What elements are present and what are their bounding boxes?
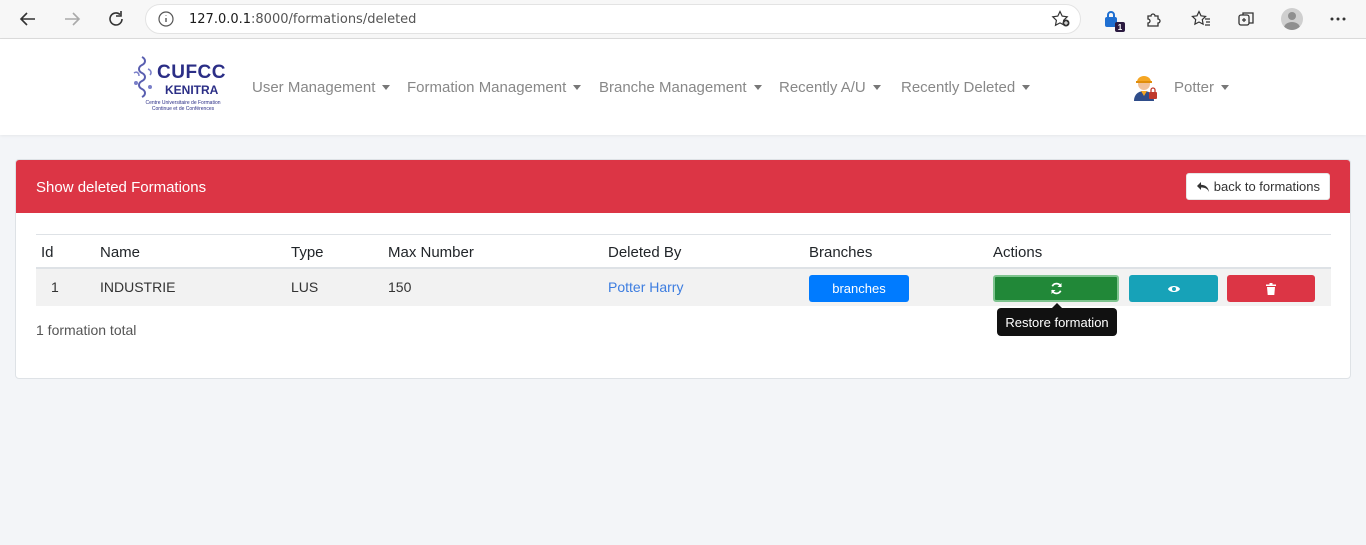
th-max-number: Max Number — [388, 244, 474, 261]
url-path: :8000/formations/deleted — [251, 12, 417, 27]
card-header: Show deleted Formations back to formatio… — [16, 160, 1350, 213]
menu-label: Recently Deleted — [901, 79, 1016, 96]
cell-id: 1 — [51, 279, 59, 295]
restore-tooltip: Restore formation — [997, 303, 1117, 336]
forward-arrow-icon[interactable] — [58, 6, 86, 32]
menu-user-management[interactable]: User Management — [252, 79, 391, 96]
url-text: 127.0.0.1:8000/formations/deleted — [189, 12, 416, 27]
user-avatar-icon[interactable] — [1130, 73, 1160, 103]
th-branches: Branches — [809, 244, 873, 261]
deleted-formations-card: Show deleted Formations back to formatio… — [15, 159, 1351, 379]
browser-toolbar: 127.0.0.1:8000/formations/deleted 1 — [0, 0, 1366, 39]
back-to-formations-button[interactable]: back to formations — [1185, 173, 1330, 200]
extensions-puzzle-icon[interactable] — [1143, 8, 1165, 30]
logo-subtitle: KENITRA — [165, 83, 219, 97]
extension-badge: 1 — [1115, 22, 1125, 32]
logo-caption: Centre Universitaire de Formation Contin… — [145, 100, 221, 112]
menu-label: Branche Management — [599, 79, 747, 96]
th-name: Name — [100, 244, 141, 261]
cell-type: LUS — [291, 279, 319, 295]
back-arrow-icon[interactable] — [14, 6, 42, 32]
caret-down-icon — [1022, 85, 1031, 90]
caret-down-icon — [753, 85, 762, 90]
collections-icon[interactable] — [1235, 8, 1257, 30]
info-icon[interactable] — [158, 11, 174, 32]
caret-down-icon — [382, 85, 391, 90]
th-id: Id — [41, 244, 54, 261]
table-header: Id Name Type Max Number Deleted By Branc… — [36, 234, 1331, 269]
reload-icon[interactable] — [102, 6, 130, 32]
view-formation-button[interactable] — [1129, 275, 1218, 302]
restore-formation-button[interactable] — [993, 275, 1119, 302]
menu-branche-management[interactable]: Branche Management — [599, 79, 762, 96]
extension-lock-icon[interactable]: 1 — [1100, 8, 1125, 32]
menu-label: Formation Management — [407, 79, 567, 96]
menu-label: Recently A/U — [779, 79, 866, 96]
menu-recently-deleted[interactable]: Recently Deleted — [901, 79, 1031, 96]
url-host: 127.0.0.1 — [189, 12, 252, 27]
back-button-label: back to formations — [1213, 179, 1320, 194]
delete-formation-button[interactable] — [1227, 275, 1315, 302]
trash-icon — [1266, 282, 1276, 295]
card-title: Show deleted Formations — [36, 179, 207, 196]
user-name-label: Potter — [1174, 79, 1215, 96]
favorites-icon[interactable] — [1190, 8, 1212, 30]
th-deleted-by: Deleted By — [608, 244, 682, 261]
branches-button[interactable]: branches — [809, 275, 909, 302]
app-navbar: CUFCC KENITRA Centre Universitaire de Fo… — [0, 39, 1366, 135]
th-actions: Actions — [993, 244, 1043, 261]
menu-formation-management[interactable]: Formation Management — [407, 79, 582, 96]
deleted-by-link[interactable]: Potter Harry — [608, 279, 683, 295]
cell-name: INDUSTRIE — [100, 279, 176, 295]
address-bar[interactable]: 127.0.0.1:8000/formations/deleted — [145, 4, 1081, 34]
favorite-add-icon[interactable] — [1051, 10, 1071, 33]
user-menu[interactable]: Potter — [1174, 79, 1230, 96]
reply-arrow-icon — [1196, 181, 1209, 192]
table-row: 1 INDUSTRIE LUS 150 Potter Harry branche… — [36, 269, 1331, 306]
more-options-icon[interactable] — [1327, 8, 1349, 30]
caret-down-icon — [1221, 85, 1230, 90]
refresh-icon — [1050, 282, 1062, 295]
menu-recently-au[interactable]: Recently A/U — [779, 79, 881, 96]
th-type: Type — [291, 244, 324, 261]
caret-down-icon — [872, 85, 881, 90]
cufcc-logo[interactable]: CUFCC KENITRA Centre Universitaire de Fo… — [130, 53, 226, 117]
caret-down-icon — [573, 85, 582, 90]
logo-title: CUFCC — [157, 62, 226, 83]
cell-max-number: 150 — [388, 279, 412, 295]
menu-label: User Management — [252, 79, 376, 96]
logo-emblem-icon — [133, 56, 152, 98]
eye-icon — [1167, 285, 1180, 292]
formation-total: 1 formation total — [36, 322, 137, 338]
profile-icon[interactable] — [1281, 8, 1303, 30]
